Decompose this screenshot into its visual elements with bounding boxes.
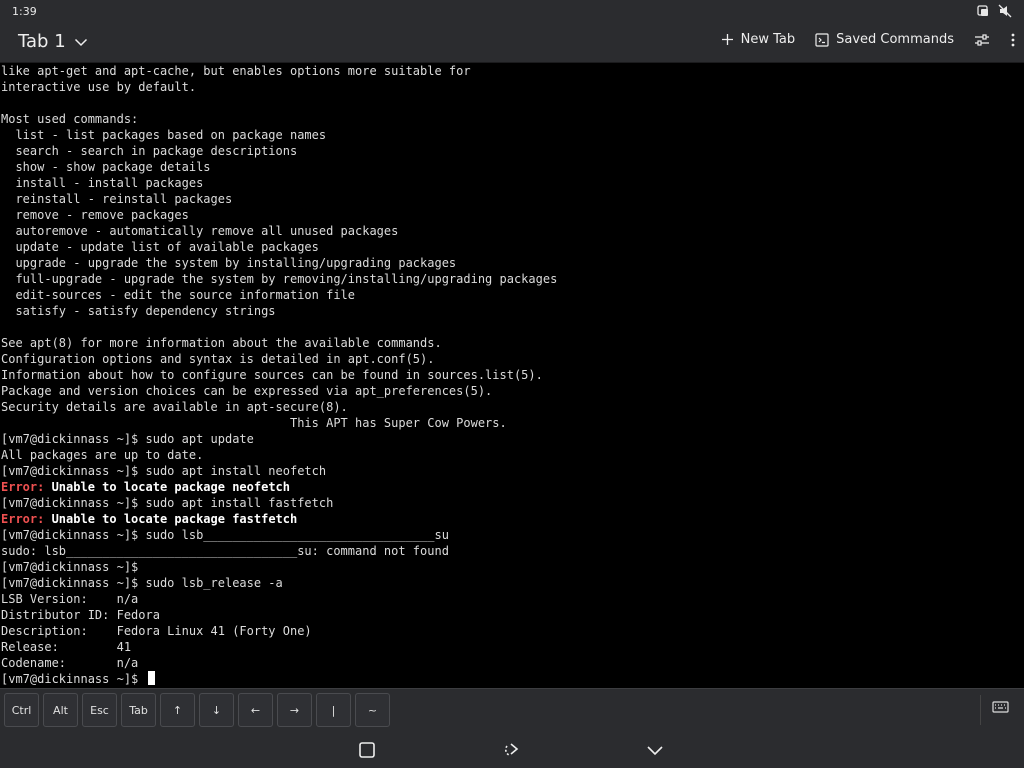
key-button[interactable]: Ctrl (4, 693, 39, 727)
key-button[interactable]: Esc (82, 693, 117, 727)
keyboard-toggle-button[interactable] (990, 699, 1014, 721)
terminal-line: This APT has Super Cow Powers. (1, 416, 507, 430)
terminal-lines-tail: [vm7@dickinnass ~]$ sudo lsb____________… (0, 527, 1024, 671)
terminal-line: Information about how to configure sourc… (1, 368, 543, 382)
mute-icon (998, 4, 1012, 18)
sliders-icon (974, 33, 990, 47)
prompt: [vm7@dickinnass ~]$ (1, 672, 146, 686)
text-cursor (147, 671, 155, 685)
terminal-line-error: Error: Unable to locate package fastfetc… (0, 511, 1024, 527)
app-header: Tab 1 New Tab Saved Commands (0, 24, 1024, 63)
error-label: Error: (1, 512, 45, 526)
divider (980, 695, 981, 725)
notification-icon (976, 4, 990, 18)
navigation-bar (0, 732, 1024, 768)
terminal-output[interactable]: like apt-get and apt-cache, but enables … (0, 63, 1024, 688)
terminal-line: [vm7@dickinnass ~]$ sudo apt update (1, 432, 254, 446)
error-message: Unable to locate package fastfetch (44, 512, 298, 526)
extra-keys-bar: Ctrl Alt Esc Tab ↑ ↓ ← → | ~ (0, 688, 1024, 733)
terminal-line: sudo: lsb_______________________________… (1, 544, 449, 558)
terminal-line-error: Error: Unable to locate package neofetch (0, 479, 1024, 495)
terminal-line: reinstall - reinstall packages (1, 192, 233, 206)
saved-commands-label: Saved Commands (836, 32, 954, 47)
terminal-line: See apt(8) for more information about th… (1, 336, 442, 350)
terminal-line: upgrade - upgrade the system by installi… (1, 256, 457, 270)
terminal-line: [vm7@dickinnass ~]$ sudo apt install neo… (1, 464, 327, 478)
terminal-line: Package and version choices can be expre… (1, 384, 493, 398)
key-button[interactable]: ↑ (160, 693, 195, 727)
extra-keys: Ctrl Alt Esc Tab ↑ ↓ ← → | ~ (4, 693, 390, 727)
terminal-line: install - install packages (1, 176, 204, 190)
terminal-line: [vm7@dickinnass ~]$ (1, 560, 139, 574)
chevron-down-icon (645, 745, 665, 764)
key-button[interactable]: ← (238, 693, 273, 727)
rotate-icon (501, 743, 521, 764)
terminal-line: satisfy - satisfy dependency strings (1, 304, 276, 318)
terminal-line: Most used commands: (1, 112, 139, 126)
terminal-line: autoremove - automatically remove all un… (1, 224, 399, 238)
key-button[interactable]: Alt (43, 693, 78, 727)
terminal-line: Codename: n/a (1, 656, 139, 670)
key-button[interactable]: | (316, 693, 351, 727)
kebab-menu-icon (1010, 33, 1016, 47)
terminal-icon (815, 32, 829, 47)
error-message: Unable to locate package neofetch (44, 480, 290, 494)
terminal-lines: like apt-get and apt-cache, but enables … (0, 63, 1024, 479)
terminal-line: LSB Version: n/a (1, 592, 139, 606)
tab-label: Tab 1 (18, 31, 66, 52)
hide-keyboard-button[interactable] (645, 740, 667, 760)
terminal-line: update - update list of available packag… (1, 240, 319, 254)
key-button[interactable]: ↓ (199, 693, 234, 727)
keyboard-icon (990, 701, 1012, 721)
tab-selector[interactable]: Tab 1 (18, 31, 88, 52)
terminal-line: interactive use by default. (1, 80, 197, 94)
terminal-line: Security details are available in apt-se… (1, 400, 348, 414)
plus-icon (721, 33, 734, 46)
terminal-line: Description: Fedora Linux 41 (Forty One) (1, 624, 312, 638)
terminal-prompt-line[interactable]: [vm7@dickinnass ~]$ (0, 671, 1024, 687)
key-button[interactable]: Tab (121, 693, 156, 727)
error-label: Error: (1, 480, 45, 494)
terminal-line: search - search in package descriptions (1, 144, 298, 158)
terminal-line: show - show package details (1, 160, 211, 174)
status-bar: 1:39 (0, 0, 1024, 24)
overview-button[interactable] (357, 740, 379, 760)
terminal-line: Distributor ID: Fedora (1, 608, 160, 622)
terminal-line: Release: 41 (1, 640, 132, 654)
terminal-line: Configuration options and syntax is deta… (1, 352, 435, 366)
terminal-line: list - list packages based on package na… (1, 128, 327, 142)
chevron-down-icon (74, 31, 88, 52)
new-tab-label: New Tab (740, 32, 796, 47)
terminal-line: remove - remove packages (1, 208, 189, 222)
overflow-menu-button[interactable] (1010, 33, 1016, 47)
terminal-line: like apt-get and apt-cache, but enables … (1, 64, 471, 78)
key-button[interactable]: → (277, 693, 312, 727)
saved-commands-button[interactable]: Saved Commands (815, 32, 954, 47)
terminal-line: [vm7@dickinnass ~]$ sudo lsb____________… (1, 528, 449, 542)
square-icon (357, 742, 377, 764)
system-tray (976, 4, 1012, 18)
key-button[interactable]: ~ (355, 693, 390, 727)
terminal-line: full-upgrade - upgrade the system by rem… (1, 272, 558, 286)
status-time: 1:39 (12, 5, 37, 18)
terminal-line: [vm7@dickinnass ~]$ sudo lsb_release -a (1, 576, 283, 590)
rotate-button[interactable] (501, 740, 523, 760)
terminal-line: [vm7@dickinnass ~]$ sudo apt install fas… (1, 496, 334, 510)
settings-button[interactable] (974, 33, 990, 47)
terminal-line: All packages are up to date. (1, 448, 204, 462)
new-tab-button[interactable]: New Tab (721, 32, 796, 47)
terminal-line: edit-sources - edit the source informati… (1, 288, 356, 302)
